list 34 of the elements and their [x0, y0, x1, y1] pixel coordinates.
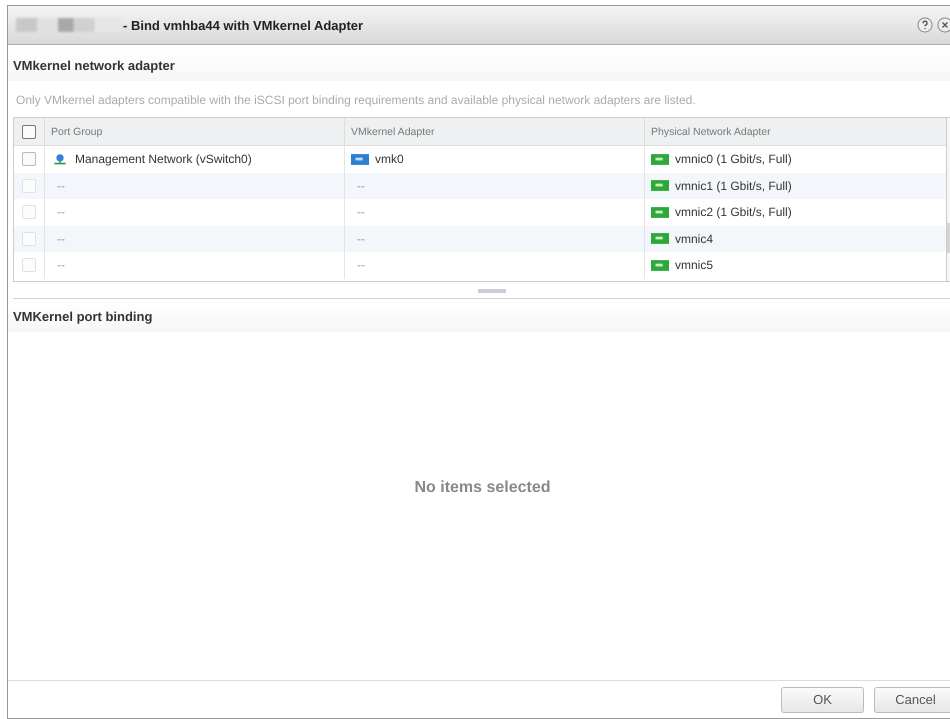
- row-checkbox[interactable]: [22, 152, 36, 166]
- vmkernel-adapter-cell-text: --: [356, 232, 365, 246]
- vmkernel-adapter-cell: vmk0: [375, 152, 404, 166]
- network-card-icon: [651, 258, 669, 272]
- section-title: VMKernel port binding: [13, 309, 152, 324]
- port-group-cell: Management Network (vSwitch0): [75, 152, 252, 166]
- physical-adapter-cell: vmnic0 (1 Gbit/s, Full): [675, 152, 792, 166]
- cancel-button[interactable]: Cancel: [874, 686, 950, 712]
- empty-message: No items selected: [414, 479, 551, 497]
- close-icon[interactable]: [937, 17, 950, 33]
- network-card-icon: [651, 152, 669, 166]
- port-group-cell-text: --: [56, 258, 65, 272]
- port-group-cell-text: --: [56, 205, 65, 220]
- network-card-icon: [651, 179, 669, 192]
- network-card-icon: [651, 206, 669, 219]
- help-icon[interactable]: [917, 17, 933, 33]
- physical-adapter-cell: vmnic2 (1 Gbit/s, Full): [675, 205, 792, 220]
- port-group-cell-text: --: [56, 232, 65, 246]
- window-title: - Bind vmhba44 with VMkernel Adapter: [123, 18, 364, 32]
- physical-adapter-cell: vmnic4: [675, 232, 714, 246]
- physical-adapter-cell: vmnic1 (1 Gbit/s, Full): [675, 178, 792, 193]
- select-all-checkbox[interactable]: [22, 124, 36, 138]
- vmkernel-adapter-cell-text: --: [356, 205, 365, 220]
- column-header[interactable]: Port Group: [44, 118, 344, 145]
- section-title: VMkernel network adapter: [13, 58, 175, 73]
- network-card-icon: [651, 232, 669, 246]
- vmkernel-adapter-cell-text: --: [356, 258, 365, 272]
- vmkernel-adapter-cell-text: --: [356, 178, 365, 193]
- physical-adapter-cell: vmnic5: [675, 258, 714, 272]
- column-header[interactable]: VMkernel Adapter: [344, 118, 644, 145]
- vmkernel-adapter-icon: [351, 152, 369, 166]
- description-text: Only VMkernel adapters compatible with the iSCSI port binding requirements and available physical network adapters are listed.: [15, 92, 697, 109]
- port-group-cell-text: --: [56, 178, 65, 193]
- ok-button[interactable]: OK: [781, 686, 864, 712]
